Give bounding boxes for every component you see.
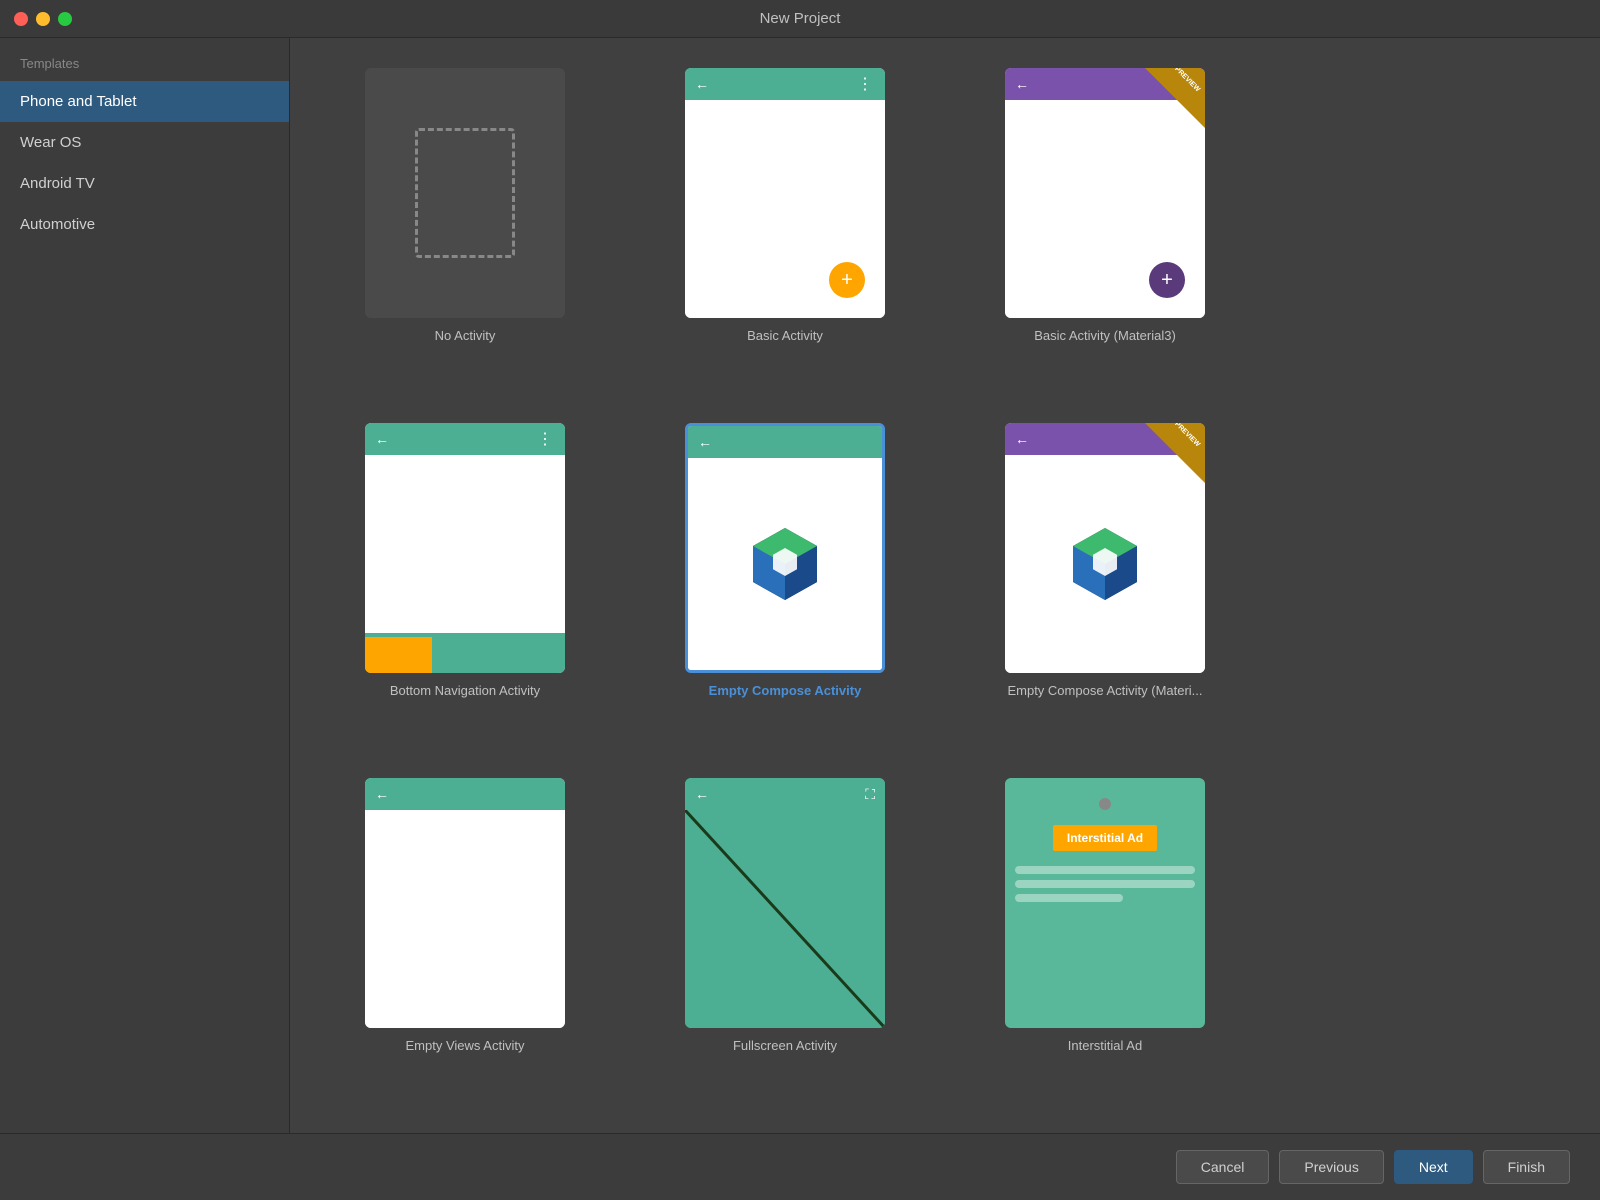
sidebar-item-wear-os[interactable]: Wear OS — [0, 122, 289, 163]
sidebar: Templates Phone and Tablet Wear OS Andro… — [0, 38, 290, 1133]
template-label-bottom-nav: Bottom Navigation Activity — [390, 683, 540, 698]
interstitial-line-2 — [1015, 880, 1195, 888]
template-empty-views[interactable]: ← Empty Views Activity — [320, 778, 610, 1103]
fab-button-basic-m3: + — [1149, 262, 1185, 298]
phone-body-basic-m3: + — [1005, 100, 1205, 318]
phone-toolbar-bottom-nav: ← ⋮ — [365, 423, 565, 455]
interstitial-ad-badge: Interstitial Ad — [1053, 825, 1157, 851]
template-preview-basic-activity: ← ⋮ + — [685, 68, 885, 318]
bottom-nav-bar — [365, 633, 565, 673]
titlebar: New Project — [0, 0, 1600, 38]
back-arrow-icon-m3: ← — [1015, 76, 1029, 92]
phone-toolbar-basic: ← ⋮ — [685, 68, 885, 100]
interstitial-mockup: Interstitial Ad — [1005, 778, 1205, 1028]
back-arrow-icon: ← — [695, 76, 709, 92]
phone-mockup-basic: ← ⋮ + — [685, 68, 885, 318]
simple-white-mockup: ← — [365, 778, 565, 1028]
phone-body-bottom-nav — [365, 455, 565, 633]
interstitial-line-1 — [1015, 866, 1195, 874]
back-arrow-icon-compose-m3: ← — [1015, 431, 1029, 447]
traffic-lights — [14, 12, 72, 26]
template-label-basic-activity: Basic Activity — [747, 328, 823, 343]
phone-body-empty-compose — [688, 458, 882, 670]
cancel-button[interactable]: Cancel — [1176, 1150, 1270, 1184]
template-no-activity[interactable]: No Activity — [320, 68, 610, 393]
empty-views-body — [365, 810, 565, 1028]
back-arrow-fullscreen-icon: ← — [695, 786, 709, 802]
template-interstitial-ad[interactable]: Interstitial Ad Interstitial Ad — [960, 778, 1250, 1103]
template-empty-compose-m3[interactable]: ← PREVIEW — [960, 423, 1250, 748]
template-fullscreen[interactable]: ← ⛶ Fullscreen Activity — [640, 778, 930, 1103]
template-preview-basic-m3: ← ⋮ + PREVIEW — [1005, 68, 1205, 318]
phone-mockup-empty-compose: ← — [688, 426, 882, 670]
sidebar-item-android-tv[interactable]: Android TV — [0, 163, 289, 204]
template-label-fullscreen: Fullscreen Activity — [733, 1038, 837, 1053]
fullscreen-body — [685, 810, 885, 1028]
sidebar-item-automotive[interactable]: Automotive — [0, 204, 289, 245]
phone-body-empty-compose-m3 — [1005, 455, 1205, 673]
template-preview-bottom-nav: ← ⋮ — [365, 423, 565, 673]
phone-mockup-bottom-nav: ← ⋮ — [365, 423, 565, 673]
template-basic-activity[interactable]: ← ⋮ + Basic Activity — [640, 68, 930, 393]
phone-toolbar-empty-views: ← — [365, 778, 565, 810]
interstitial-line-3 — [1015, 894, 1123, 902]
back-arrow-icon-compose: ← — [698, 434, 712, 450]
template-empty-compose[interactable]: ← — [640, 423, 930, 748]
template-preview-no-activity — [365, 68, 565, 318]
template-label-basic-m3: Basic Activity (Material3) — [1034, 328, 1176, 343]
phone-body-basic: + — [685, 100, 885, 318]
sidebar-item-phone-tablet[interactable]: Phone and Tablet — [0, 81, 289, 122]
template-label-empty-compose: Empty Compose Activity — [709, 683, 862, 698]
fullscreen-toolbar: ← ⛶ — [685, 778, 885, 810]
template-basic-activity-m3[interactable]: ← ⋮ + PREVIEW Basic Activity (Material3) — [960, 68, 1250, 393]
footer: Cancel Previous Next Finish — [0, 1133, 1600, 1200]
diagonal-svg — [685, 810, 885, 1028]
fab-button-basic: + — [829, 262, 865, 298]
back-arrow-icon-empty-views: ← — [375, 786, 389, 802]
maximize-button[interactable] — [58, 12, 72, 26]
template-preview-interstitial: Interstitial Ad — [1005, 778, 1205, 1028]
bottom-nav-tab-3 — [498, 637, 565, 673]
fullscreen-expand-icon: ⛶ — [865, 786, 875, 803]
template-label-empty-views: Empty Views Activity — [406, 1038, 525, 1053]
template-preview-empty-compose: ← — [685, 423, 885, 673]
template-placeholder-r2c4 — [1280, 423, 1570, 748]
content-area: No Activity ← ⋮ + Basic Activity — [290, 38, 1600, 1133]
bottom-nav-tab-1 — [365, 637, 432, 673]
next-button[interactable]: Next — [1394, 1150, 1473, 1184]
preview-badge-triangle — [1145, 68, 1205, 128]
template-preview-empty-compose-m3: ← PREVIEW — [1005, 423, 1205, 673]
back-arrow-icon-bottom-nav: ← — [375, 431, 389, 447]
interstitial-dot-icon — [1099, 798, 1111, 810]
compose-logo-m3-icon — [1065, 524, 1145, 604]
template-label-interstitial-ad: Interstitial Ad — [1068, 1038, 1142, 1053]
fullscreen-mockup: ← ⛶ — [685, 778, 885, 1028]
template-preview-empty-views: ← — [365, 778, 565, 1028]
overflow-menu-icon: ⋮ — [857, 74, 875, 94]
phone-toolbar-empty-compose: ← — [688, 426, 882, 458]
template-label-no-activity: No Activity — [435, 328, 496, 343]
close-button[interactable] — [14, 12, 28, 26]
minimize-button[interactable] — [36, 12, 50, 26]
main-content: Templates Phone and Tablet Wear OS Andro… — [0, 38, 1600, 1133]
window-title: New Project — [760, 10, 841, 27]
interstitial-text-lines — [1015, 866, 1195, 908]
template-label-empty-compose-m3: Empty Compose Activity (Materi... — [1007, 683, 1202, 698]
templates-grid: No Activity ← ⋮ + Basic Activity — [320, 68, 1570, 1103]
overflow-menu-icon-bottom-nav: ⋮ — [537, 429, 555, 449]
template-bottom-nav[interactable]: ← ⋮ Bottom Navigation Activity — [320, 423, 610, 748]
template-preview-fullscreen: ← ⛶ — [685, 778, 885, 1028]
bottom-nav-tab-2 — [432, 637, 499, 673]
template-placeholder-r1c4 — [1280, 68, 1570, 393]
finish-button[interactable]: Finish — [1483, 1150, 1570, 1184]
preview-badge-triangle-m3 — [1145, 423, 1205, 483]
sidebar-header: Templates — [0, 38, 289, 81]
previous-button[interactable]: Previous — [1279, 1150, 1383, 1184]
dashed-rect-icon — [415, 128, 515, 258]
compose-logo-icon — [745, 524, 825, 604]
template-placeholder-r3c4 — [1280, 778, 1570, 1103]
